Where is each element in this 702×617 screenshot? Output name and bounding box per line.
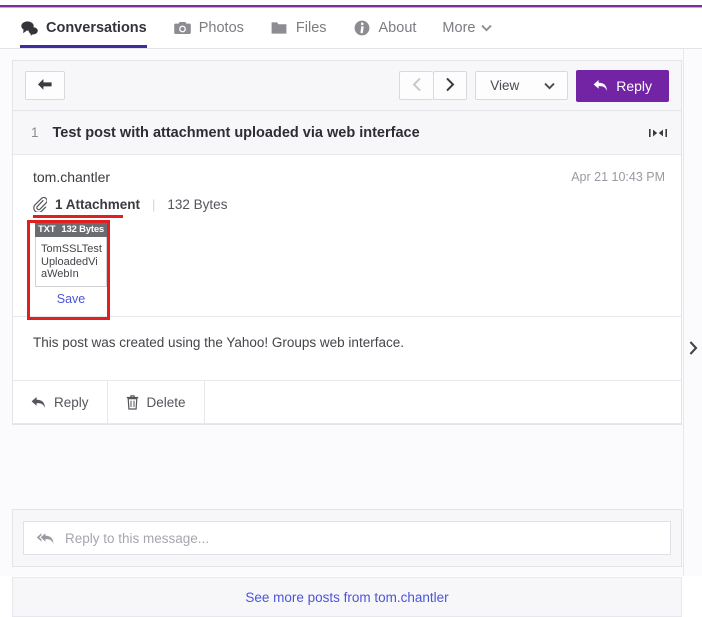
trash-icon — [126, 394, 139, 410]
arrow-left-icon — [37, 78, 53, 94]
post-author[interactable]: tom.chantler — [33, 169, 110, 185]
reply-input-placeholder: Reply to this message... — [65, 530, 210, 546]
attachment-type-badge: TXT — [38, 224, 56, 235]
reply-arrow-icon — [593, 79, 608, 92]
post-delete-action[interactable]: Delete — [108, 381, 205, 423]
reply-composer: Reply to this message... — [12, 509, 682, 567]
collapse-horizontal-icon[interactable] — [649, 127, 667, 139]
see-more-posts-bar[interactable]: See more posts from tom.chantler — [12, 577, 682, 617]
camera-icon — [173, 19, 192, 38]
group-nav-bar: Conversations Photos Files About More — [0, 8, 702, 49]
post-reply-action-label: Reply — [54, 394, 89, 410]
attachment-filename: TomSSLTestUploadedViaWebIn — [35, 237, 107, 287]
tab-about-label: About — [378, 19, 417, 36]
post-reply-action[interactable]: Reply — [13, 381, 108, 423]
chevron-right-icon — [445, 77, 455, 95]
post-subject: Test post with attachment uploaded via w… — [52, 124, 420, 141]
tab-about[interactable]: About — [353, 8, 417, 48]
chevron-down-icon — [481, 20, 493, 36]
post-number: 1 — [31, 125, 39, 140]
reply-button[interactable]: Reply — [576, 69, 669, 102]
reply-arrow-icon — [31, 396, 46, 409]
attachment-tile[interactable]: TXT 132 Bytes TomSSLTestUploadedViaWebIn… — [35, 222, 107, 306]
tab-conversations-label: Conversations — [46, 19, 147, 36]
post-timestamp: Apr 21 10:43 PM — [571, 170, 665, 184]
attachment-tile-area: TXT 132 Bytes TomSSLTestUploadedViaWebIn… — [13, 216, 681, 320]
info-circle-icon — [353, 19, 372, 38]
attachment-separator: | — [152, 197, 156, 212]
post-subject-row: 1 Test post with attachment uploaded via… — [13, 111, 681, 155]
view-dropdown[interactable]: View — [475, 71, 569, 100]
folder-icon — [270, 19, 289, 38]
tab-photos-label: Photos — [198, 19, 244, 36]
attachment-save-link[interactable]: Save — [35, 287, 107, 306]
see-more-posts-link[interactable]: See more posts from tom.chantler — [245, 590, 448, 605]
conversation-card: View Reply 1 Test post with attachment u… — [12, 60, 682, 425]
tab-more-label: More — [442, 19, 476, 36]
conversations-icon — [20, 19, 39, 38]
back-button[interactable] — [25, 71, 65, 100]
tab-files[interactable]: Files — [270, 8, 327, 48]
paperclip-icon — [33, 197, 47, 212]
page-root: Conversations Photos Files About More Vi… — [0, 0, 702, 617]
previous-post-button[interactable] — [399, 71, 434, 100]
attachment-tile-header: TXT 132 Bytes — [35, 222, 107, 237]
tab-more[interactable]: More — [442, 8, 493, 48]
tab-photos[interactable]: Photos — [173, 8, 244, 48]
tab-files-label: Files — [295, 19, 327, 36]
attachment-summary-row: 1 Attachment | 132 Bytes — [13, 191, 681, 218]
reply-input[interactable]: Reply to this message... — [23, 521, 671, 555]
reply-button-label: Reply — [616, 77, 652, 94]
chevron-down-icon — [544, 78, 555, 93]
right-rail — [683, 49, 702, 576]
rail-expand-chevron-right-icon[interactable] — [687, 339, 699, 357]
post-delete-action-label: Delete — [146, 394, 186, 410]
attachment-count-label: 1 Attachment — [55, 197, 141, 212]
action-bar-filler — [205, 381, 681, 423]
reply-all-icon — [36, 532, 55, 545]
attachment-total-size: 132 Bytes — [167, 197, 228, 212]
post-meta-row: tom.chantler Apr 21 10:43 PM — [13, 155, 681, 191]
view-dropdown-label: View — [490, 78, 520, 93]
post-action-bar: Reply Delete — [13, 381, 681, 424]
content-area: View Reply 1 Test post with attachment u… — [0, 49, 702, 617]
chevron-left-icon — [412, 77, 422, 95]
next-post-button[interactable] — [433, 71, 468, 100]
attachment-size-badge: 132 Bytes — [61, 224, 104, 235]
tab-conversations[interactable]: Conversations — [20, 8, 147, 48]
post-body-text: This post was created using the Yahoo! G… — [13, 317, 681, 381]
post-toolbar: View Reply — [13, 61, 681, 111]
